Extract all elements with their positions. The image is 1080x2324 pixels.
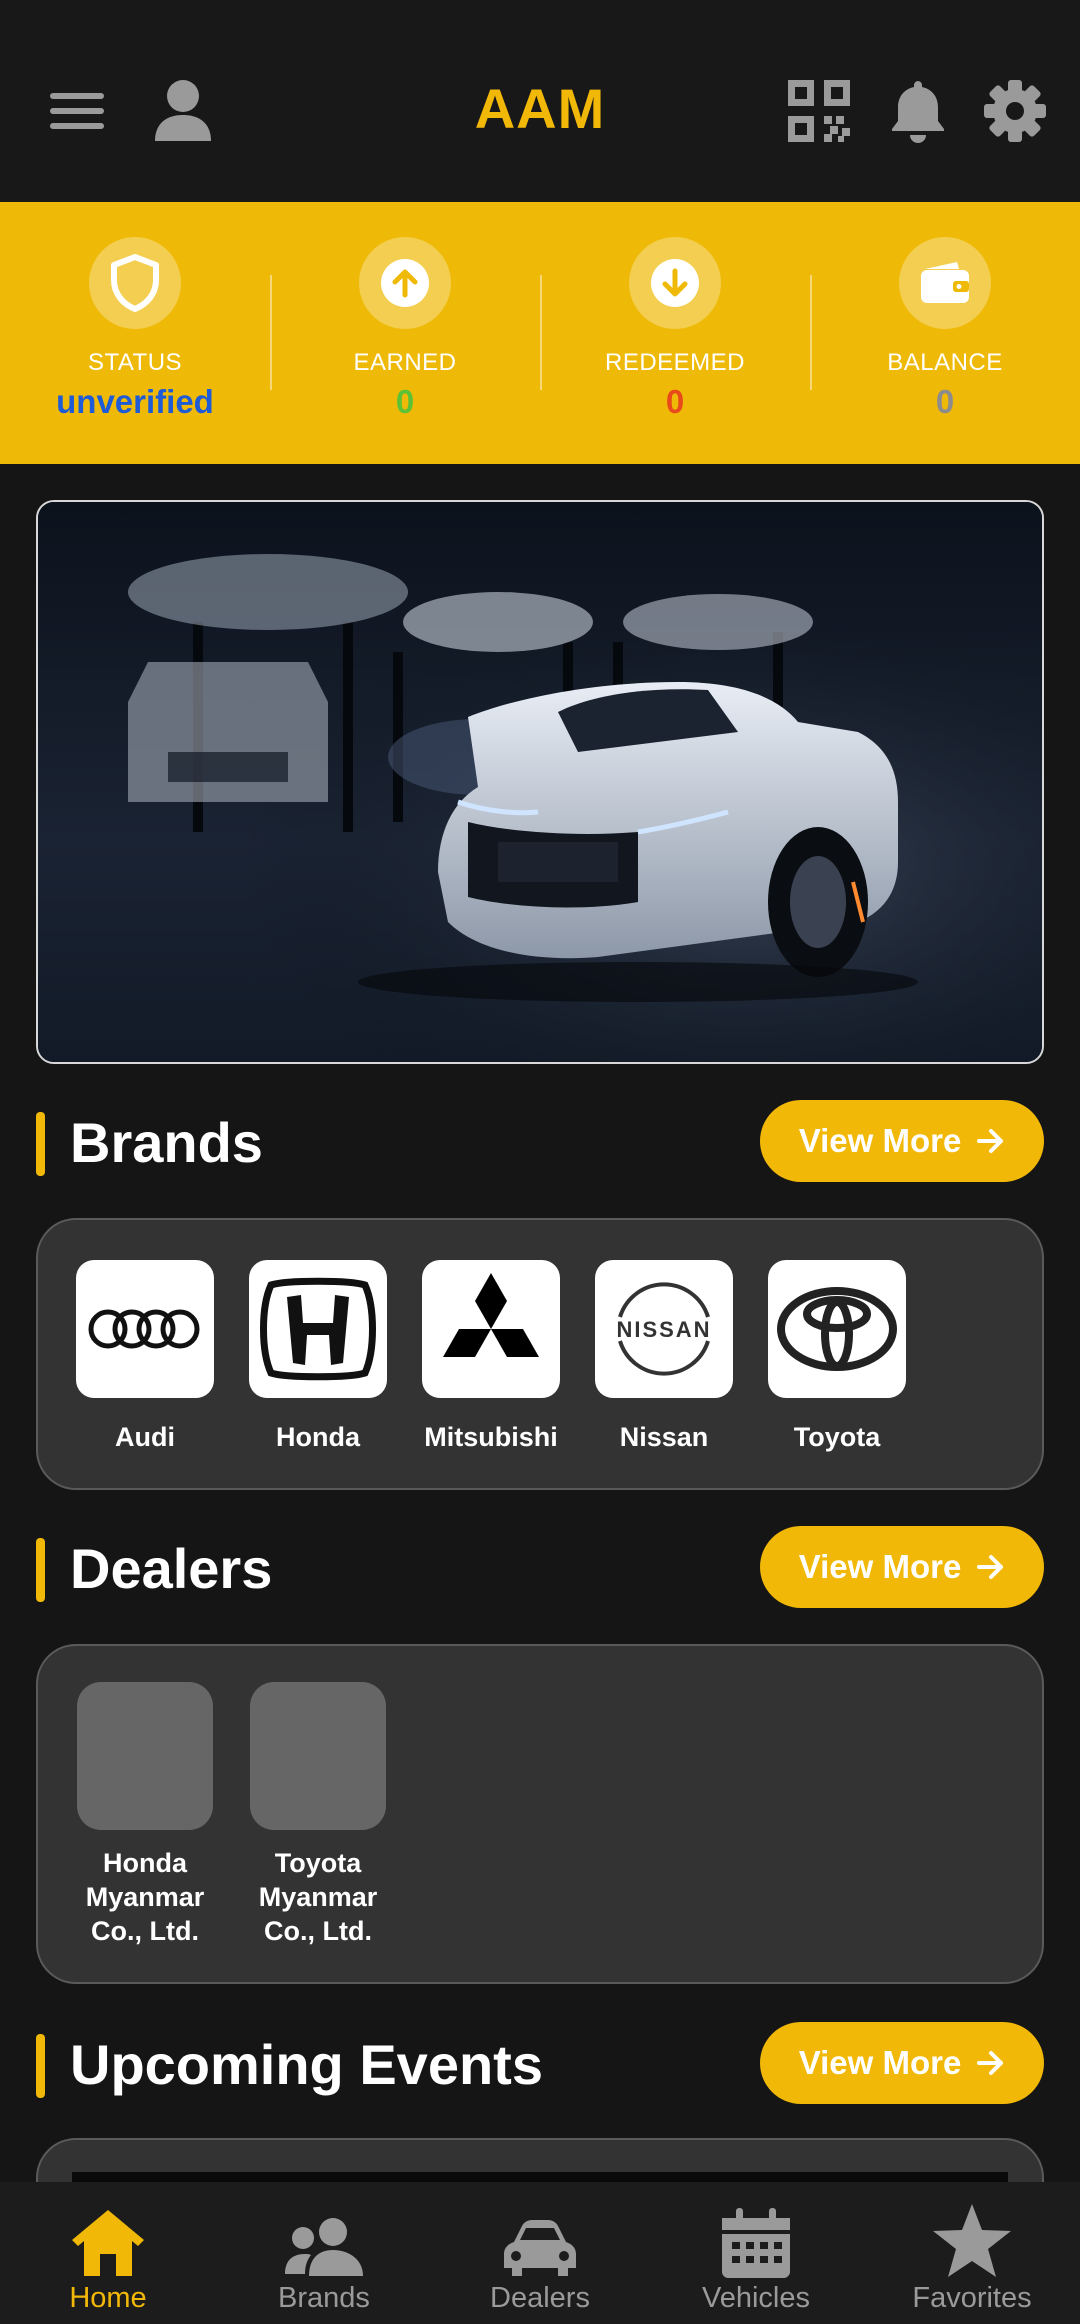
dealer-name-line: Co., Ltd.	[264, 1916, 372, 1946]
nav-dealers[interactable]: Dealers	[432, 2182, 648, 2324]
nav-label: Home	[69, 2282, 147, 2314]
dealer-item[interactable]: Honda Myanmar Co., Ltd.	[58, 1682, 232, 1948]
nav-label: Brands	[278, 2282, 370, 2314]
dealers-view-more-button[interactable]: View More	[760, 1526, 1044, 1608]
view-more-label: View More	[798, 1122, 962, 1159]
dealers-section-header: Dealers View More	[0, 1526, 1080, 1610]
stat-earned[interactable]: EARNED 0	[270, 202, 540, 464]
hero-banner-image[interactable]	[36, 500, 1044, 1064]
honda-logo	[249, 1260, 387, 1398]
events-view-more-button[interactable]: View More	[760, 2022, 1044, 2104]
dealer-name-line: Myanmar	[258, 1882, 378, 1912]
brand-item-mitsubishi[interactable]: Mitsubishi	[404, 1260, 578, 1454]
stat-label: BALANCE	[887, 349, 1003, 376]
stat-value: 0	[395, 383, 415, 420]
nissan-logo-text: NISSAN	[616, 1317, 711, 1342]
nav-vehicles[interactable]: Vehicles	[648, 2182, 864, 2324]
section-accent-bar	[36, 1538, 45, 1602]
event-image-edge	[72, 2172, 1008, 2182]
arrow-right-icon	[977, 2051, 1004, 2075]
nissan-logo: NISSAN	[595, 1260, 733, 1398]
dealer-name-line: Toyota	[274, 1848, 362, 1878]
stat-redeemed[interactable]: REDEEMED 0	[540, 202, 810, 464]
dealer-item[interactable]: Toyota Myanmar Co., Ltd.	[231, 1682, 405, 1948]
stat-value: 0	[665, 383, 685, 420]
nav-home[interactable]: Home	[0, 2182, 216, 2324]
brand-name: Toyota	[793, 1422, 881, 1452]
arrow-right-icon	[977, 1555, 1004, 1579]
stat-label: STATUS	[87, 349, 183, 376]
brands-card: Audi Honda Mitsubishi NISSAN Nissan Toyo…	[36, 1218, 1044, 1490]
brand-item-toyota[interactable]: Toyota	[750, 1260, 924, 1454]
brands-view-more-button[interactable]: View More	[760, 1100, 1044, 1182]
settings-icon[interactable]	[982, 72, 1048, 150]
stat-value: 0	[935, 383, 955, 420]
toyota-logo	[768, 1260, 906, 1398]
events-section-header: Upcoming Events View More	[0, 2022, 1080, 2106]
section-title: Upcoming Events	[70, 2033, 543, 2096]
app-title: AAM	[474, 77, 606, 140]
app-header: AAM	[0, 0, 1080, 202]
stat-label: REDEEMED	[604, 349, 746, 376]
calendar-icon	[648, 2182, 864, 2278]
arrow-right-icon	[977, 1129, 1004, 1153]
dealers-card: Honda Myanmar Co., Ltd. Toyota Myanmar C…	[36, 1644, 1044, 1984]
nav-label: Vehicles	[701, 2282, 810, 2314]
bottom-navigation: Home Brands Dealers Vehicles Favorites	[0, 2182, 1080, 2324]
arrow-down-circle-icon	[629, 237, 721, 329]
bell-icon[interactable]	[888, 72, 948, 150]
section-title: Brands	[70, 1111, 263, 1174]
brands-section-header: Brands View More	[0, 1100, 1080, 1184]
star-icon	[864, 2182, 1080, 2278]
brand-item-honda[interactable]: Honda	[231, 1260, 405, 1454]
nav-label: Favorites	[912, 2282, 1032, 2314]
brand-name: Honda	[276, 1422, 360, 1452]
nav-brands[interactable]: Brands	[216, 2182, 432, 2324]
brand-name: Nissan	[619, 1422, 709, 1452]
section-title: Dealers	[70, 1537, 273, 1600]
dealer-logo-placeholder	[250, 1682, 386, 1830]
view-more-label: View More	[798, 1548, 962, 1585]
nav-favorites[interactable]: Favorites	[864, 2182, 1080, 2324]
nav-label: Dealers	[490, 2282, 590, 2314]
profile-icon[interactable]	[150, 72, 216, 150]
menu-icon[interactable]	[48, 72, 106, 150]
stat-status[interactable]: STATUS unverified	[0, 202, 270, 464]
arrow-up-circle-icon	[359, 237, 451, 329]
stat-balance[interactable]: BALANCE 0	[810, 202, 1080, 464]
qr-code-icon[interactable]	[786, 72, 852, 150]
shield-icon	[89, 237, 181, 329]
dealer-name-line: Myanmar	[85, 1882, 205, 1912]
stats-panel: STATUS unverified EARNED 0 REDEEMED 0 BA…	[0, 202, 1080, 464]
brand-name: Mitsubishi	[424, 1422, 558, 1452]
mitsubishi-logo	[422, 1260, 560, 1398]
audi-logo	[76, 1260, 214, 1398]
stat-label: EARNED	[353, 349, 457, 376]
dealer-name-line: Honda	[103, 1848, 187, 1878]
users-icon	[216, 2182, 432, 2278]
section-accent-bar	[36, 2034, 45, 2098]
section-accent-bar	[36, 1112, 45, 1176]
brand-item-audi[interactable]: Audi	[58, 1260, 232, 1454]
brand-name: Audi	[115, 1422, 175, 1452]
brand-item-nissan[interactable]: NISSAN Nissan	[577, 1260, 751, 1454]
stat-value: unverified	[56, 383, 214, 420]
dealer-logo-placeholder	[77, 1682, 213, 1830]
dealer-name-line: Co., Ltd.	[91, 1916, 199, 1946]
view-more-label: View More	[798, 2044, 962, 2081]
car-icon	[432, 2182, 648, 2278]
home-icon	[0, 2182, 216, 2278]
wallet-icon	[899, 237, 991, 329]
